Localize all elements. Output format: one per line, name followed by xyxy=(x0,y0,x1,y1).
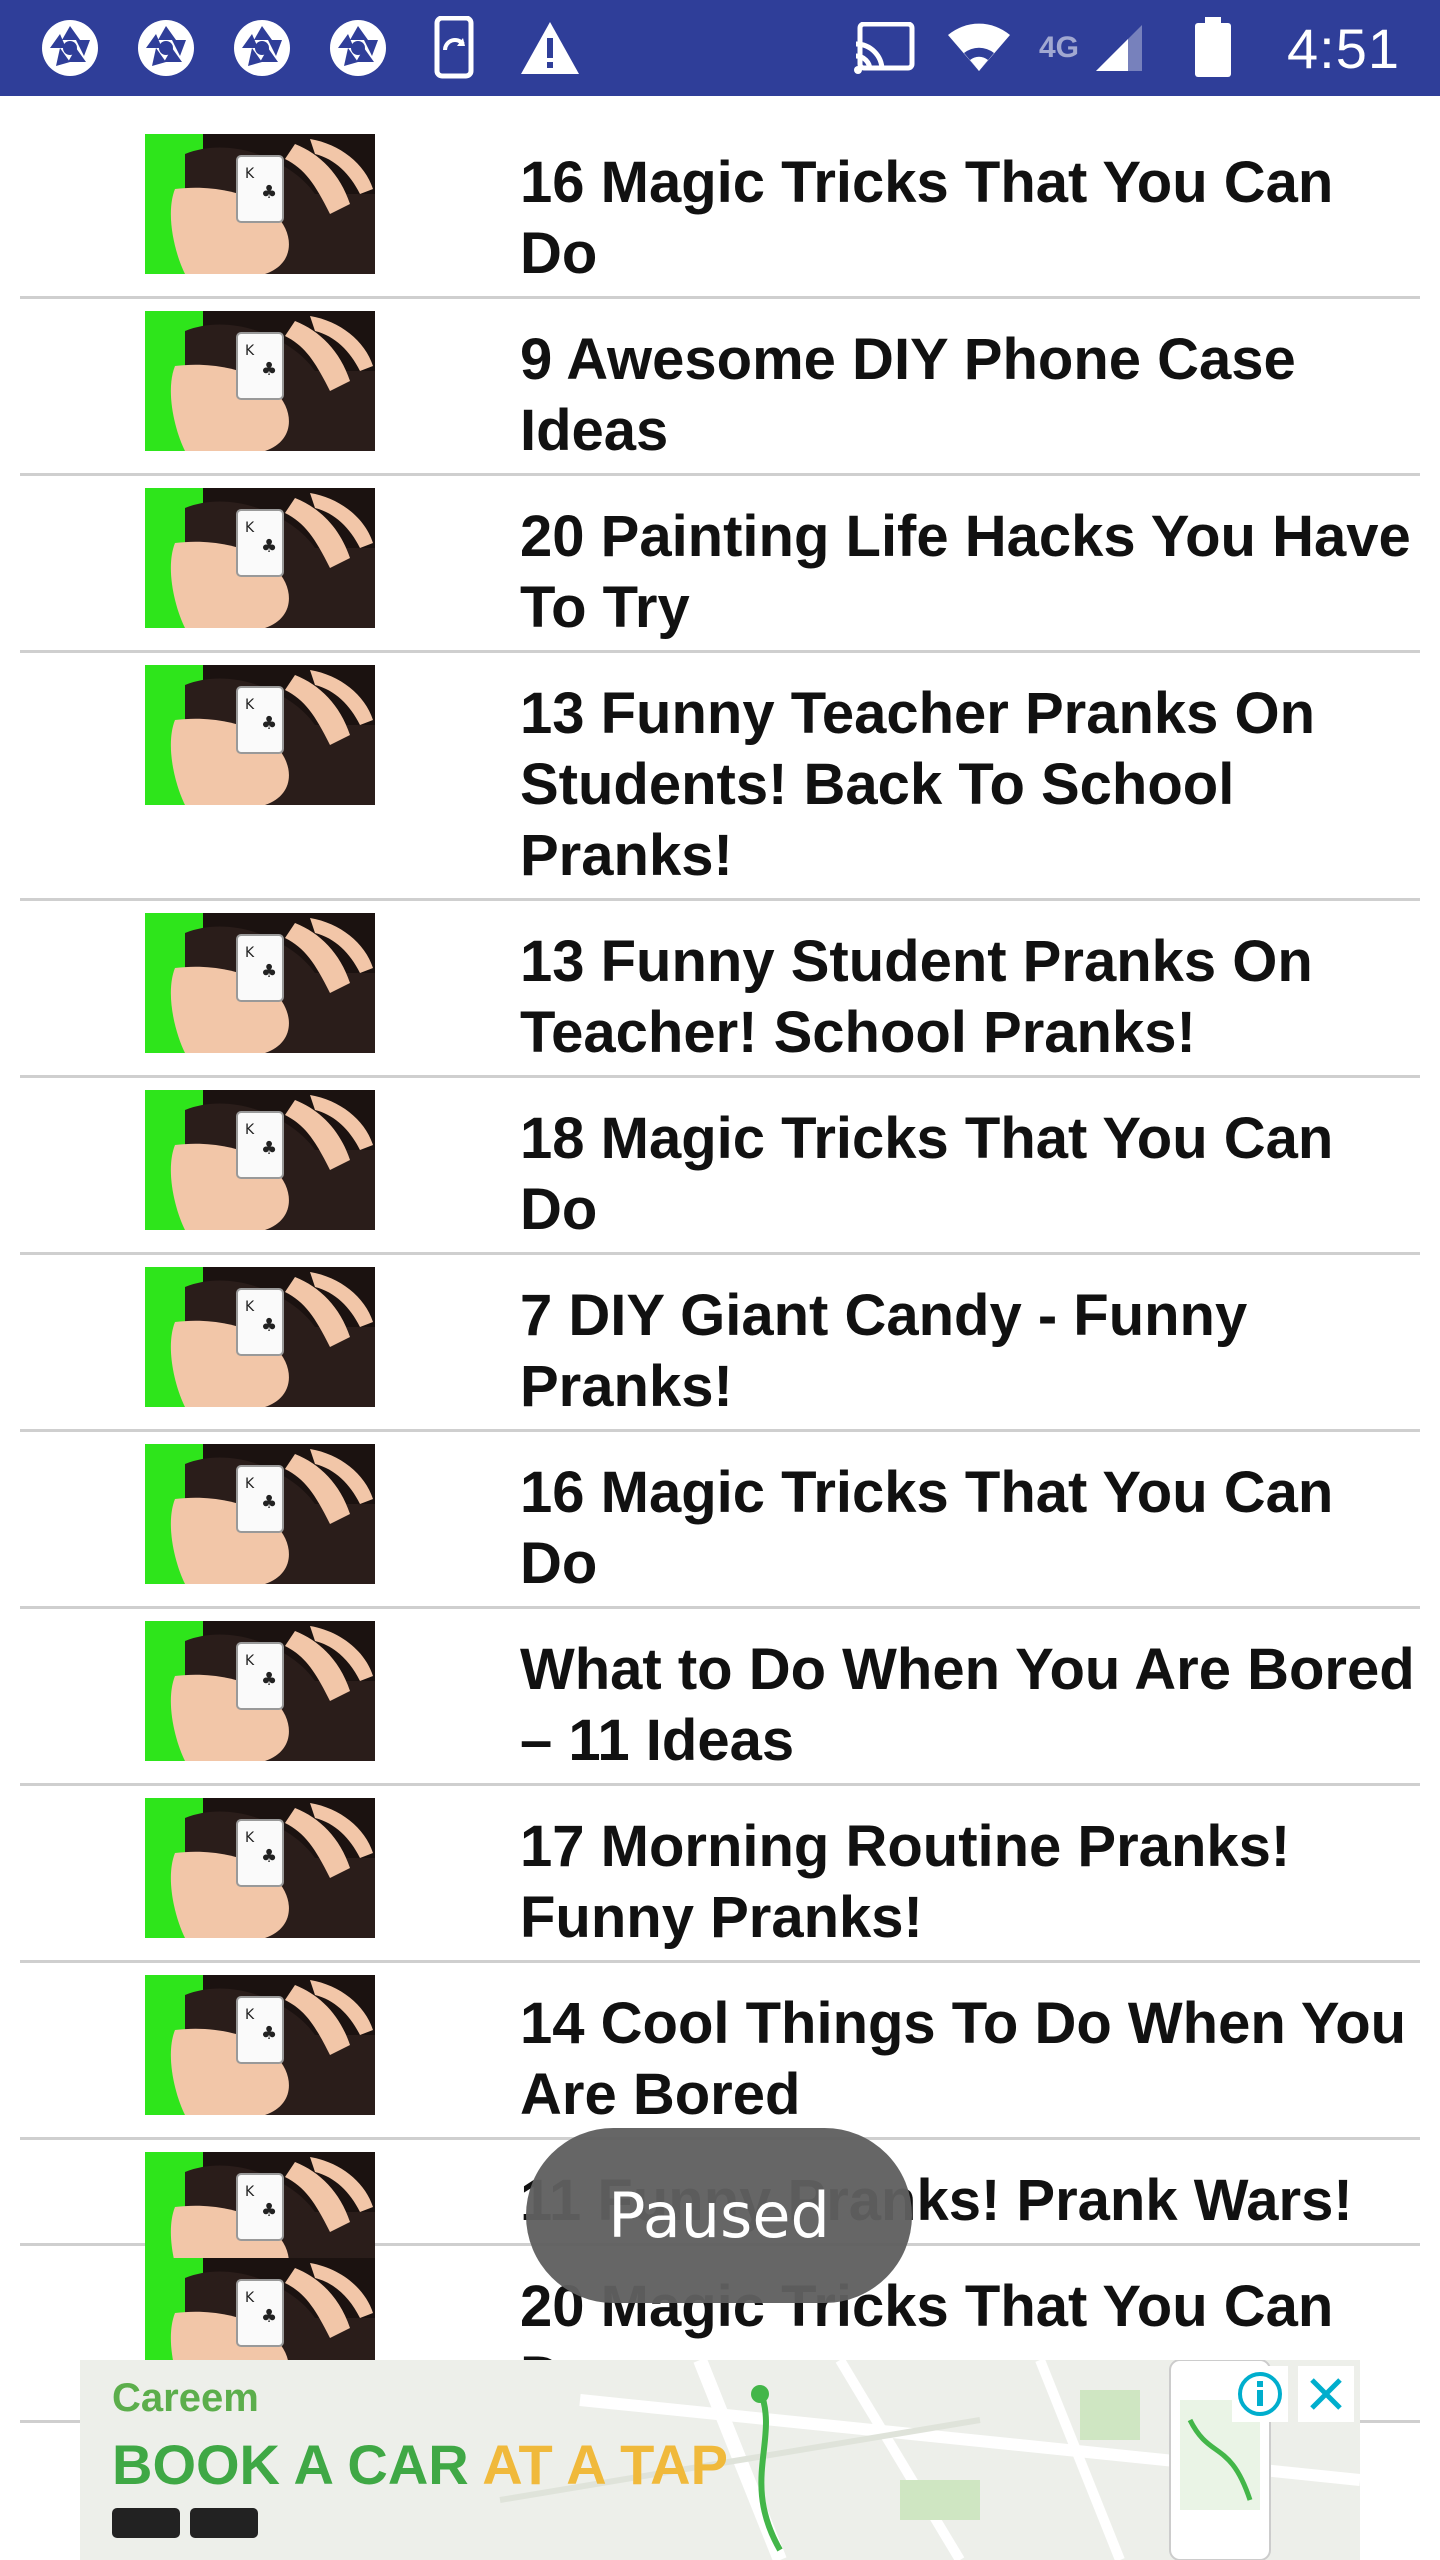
svg-text:♣: ♣ xyxy=(261,2023,277,2044)
list-item-title: 16 Magic Tricks That You Can Do xyxy=(520,150,1334,286)
list-item[interactable]: K ♣ 17 Morning Routine Pranks! Funny Prank… xyxy=(20,1786,1420,1963)
list-item-title: 17 Morning Routine Pranks! Funny Pranks! xyxy=(520,1814,1291,1950)
phone-rotate-icon xyxy=(420,14,488,82)
svg-text:♣: ♣ xyxy=(261,713,277,734)
svg-text:♣: ♣ xyxy=(261,1315,277,1336)
signal-icon xyxy=(1085,14,1153,82)
ad-banner[interactable]: Careem BOOK A CAR AT A TAP xyxy=(80,2360,1360,2560)
svg-text:K: K xyxy=(245,520,255,536)
video-thumbnail[interactable]: K ♣ xyxy=(145,311,375,451)
video-thumbnail[interactable]: K ♣ xyxy=(145,134,375,274)
video-thumbnail[interactable]: K ♣ xyxy=(145,1975,375,2115)
wifi-icon xyxy=(945,14,1013,82)
svg-text:K: K xyxy=(245,1830,255,1846)
list-item[interactable]: K ♣ 13 Funny Teacher Pranks On Students! B… xyxy=(20,653,1420,901)
list-item[interactable]: K ♣ What to Do When You Are Bored – 11 Ide… xyxy=(20,1609,1420,1786)
svg-text:♣: ♣ xyxy=(261,1846,277,1867)
svg-text:K: K xyxy=(245,1476,255,1492)
svg-text:K: K xyxy=(245,2184,255,2200)
video-thumbnail[interactable]: K ♣ xyxy=(145,1444,375,1584)
list-item[interactable]: K ♣ 20 Painting Life Hacks You Have To Try xyxy=(20,476,1420,653)
list-item-title: What to Do When You Are Bored – 11 Ideas xyxy=(520,1637,1415,1773)
svg-text:♣: ♣ xyxy=(261,1669,277,1690)
battery-icon xyxy=(1179,14,1247,82)
video-thumbnail[interactable]: K ♣ xyxy=(145,1267,375,1407)
video-thumbnail[interactable]: K ♣ xyxy=(145,913,375,1053)
list-item[interactable]: K ♣ 18 Magic Tricks That You Can Do xyxy=(20,1078,1420,1255)
list-item[interactable]: K ♣ 9 Awesome DIY Phone Case Ideas xyxy=(20,299,1420,476)
svg-text:♣: ♣ xyxy=(261,182,277,203)
list-item-title: 18 Magic Tricks That You Can Do xyxy=(520,1106,1334,1242)
svg-text:K: K xyxy=(245,1122,255,1138)
list-item-title: 14 Cool Things To Do When You Are Bored xyxy=(520,1991,1407,2127)
list-item[interactable]: K ♣ 14 Cool Things To Do When You Are Bore… xyxy=(20,1963,1420,2140)
camera-shutter-icon xyxy=(132,14,200,82)
svg-text:♣: ♣ xyxy=(261,1138,277,1159)
list-item-title: 7 DIY Giant Candy - Funny Pranks! xyxy=(520,1283,1248,1419)
ad-brand: Careem xyxy=(112,2376,259,2420)
svg-text:♣: ♣ xyxy=(261,2200,277,2221)
list-item-title: 13 Funny Teacher Pranks On Students! Bac… xyxy=(520,681,1316,888)
svg-text:K: K xyxy=(245,343,255,359)
svg-text:K: K xyxy=(245,697,255,713)
svg-text:K: K xyxy=(245,166,255,182)
svg-text:♣: ♣ xyxy=(261,961,277,982)
svg-text:K: K xyxy=(245,2007,255,2023)
status-left-icons xyxy=(36,14,612,82)
info-icon[interactable] xyxy=(1232,2366,1288,2422)
video-thumbnail[interactable]: K ♣ xyxy=(145,488,375,628)
list-item[interactable]: K ♣ 16 Magic Tricks That You Can Do xyxy=(20,122,1420,299)
svg-text:♣: ♣ xyxy=(261,359,277,380)
list-item-title: 13 Funny Student Pranks On Teacher! Scho… xyxy=(520,929,1313,1065)
cast-icon xyxy=(851,14,919,82)
warning-icon xyxy=(516,14,584,82)
video-thumbnail[interactable]: K ♣ xyxy=(145,1798,375,1938)
camera-shutter-icon xyxy=(324,14,392,82)
svg-text:K: K xyxy=(245,945,255,961)
svg-text:♣: ♣ xyxy=(261,536,277,557)
video-thumbnail[interactable]: K ♣ xyxy=(145,1621,375,1761)
video-thumbnail[interactable]: K ♣ xyxy=(145,1090,375,1230)
ad-headline[interactable]: BOOK A CAR AT A TAP xyxy=(112,2432,728,2497)
list-item[interactable]: K ♣ 16 Magic Tricks That You Can Do xyxy=(20,1432,1420,1609)
status-bar: 4G 4:51 xyxy=(0,0,1440,96)
status-right-icons: 4G 4:51 xyxy=(851,10,1400,86)
ad-headline-main: BOOK A CAR xyxy=(112,2433,469,2496)
svg-text:♣: ♣ xyxy=(261,1492,277,1513)
video-thumbnail[interactable]: K ♣ xyxy=(145,665,375,805)
status-clock: 4:51 xyxy=(1287,16,1400,80)
svg-text:♣: ♣ xyxy=(261,2306,277,2327)
app-store-badge[interactable] xyxy=(112,2508,180,2538)
camera-shutter-icon xyxy=(36,14,104,82)
video-list[interactable]: K ♣ 16 Magic Tricks That You Can Do K ♣ 9 Awe… xyxy=(20,122,1420,2423)
google-play-badge[interactable] xyxy=(190,2508,258,2538)
list-item-title: 16 Magic Tricks That You Can Do xyxy=(520,1460,1334,1596)
ad-store-badges[interactable] xyxy=(112,2508,268,2538)
camera-shutter-icon xyxy=(228,14,296,82)
close-icon[interactable] xyxy=(1298,2366,1354,2422)
list-item[interactable]: K ♣ 13 Funny Student Pranks On Teacher! Sc… xyxy=(20,901,1420,1078)
list-item-title: 9 Awesome DIY Phone Case Ideas xyxy=(520,327,1296,463)
list-item-title: 20 Painting Life Hacks You Have To Try xyxy=(520,504,1411,640)
ad-headline-accent: AT A TAP xyxy=(482,2433,728,2496)
svg-text:K: K xyxy=(245,2290,255,2306)
network-type-label: 4G xyxy=(1038,31,1079,64)
list-item[interactable]: K ♣ 7 DIY Giant Candy - Funny Pranks! xyxy=(20,1255,1420,1432)
svg-text:K: K xyxy=(245,1299,255,1315)
svg-text:K: K xyxy=(245,1653,255,1669)
toast-paused: Paused xyxy=(526,2128,912,2303)
